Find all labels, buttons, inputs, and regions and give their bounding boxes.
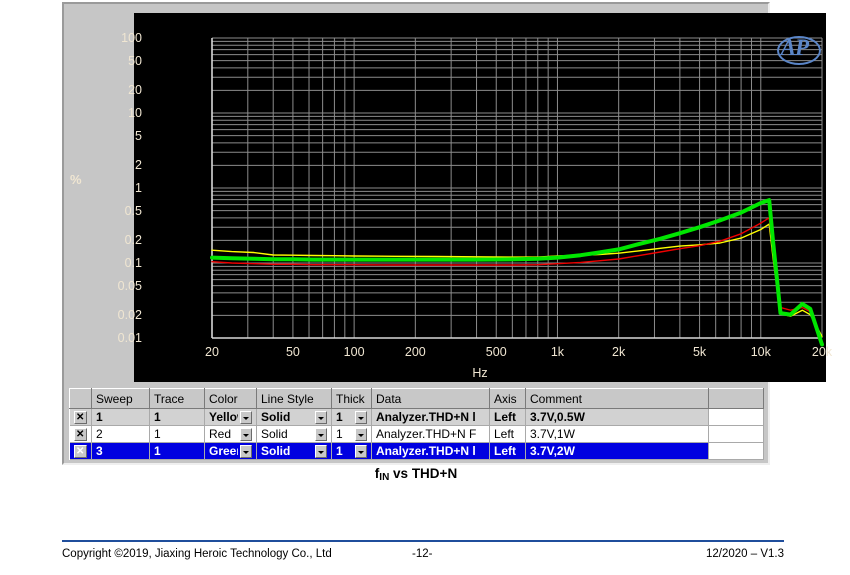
ap-graph-window: AP 100 50 20 10 5 2 1 0.5 0.2 0.1 0.05 0.02 0.01 % 2… [62,2,832,465]
y-tick-label: 0.01 [117,331,142,345]
row-thick-select-value: 1 [336,427,343,441]
trace-legend-table[interactable]: Sweep Trace Color Line Style Thick Data … [69,388,764,460]
y-tick-label: 0.2 [124,233,142,248]
legend-header-comment[interactable]: Comment [525,388,709,409]
legend-header-sweep[interactable]: Sweep [91,388,150,409]
figure-caption: fIN vs THD+N [62,466,770,483]
row-comment-cell[interactable]: 3.7V,0.5W [525,408,709,426]
y-tick-label: 0.5 [124,203,142,218]
legend-header-spare[interactable] [708,388,764,409]
table-row[interactable]: ✕ 2 1 Red Solid 1 Analyzer.THD+N F Left 3.7V,1W [69,425,764,443]
row-thick-select-dropdown-arrow-icon[interactable] [355,410,367,424]
row-spare-cell [708,425,764,443]
row-data-cell[interactable]: Analyzer.THD+N F [371,425,490,443]
row-axis-cell[interactable]: Left [489,408,526,426]
footer-page-number: -12- [412,548,433,560]
row-axis-cell[interactable]: Left [489,425,526,443]
row-color-select-value: Green [209,444,238,458]
footer-divider [62,540,784,542]
row-trace-cell[interactable]: 1 [149,425,205,443]
legend-header-line-style[interactable]: Line Style [256,388,332,409]
plot-area[interactable]: AP [134,13,826,382]
row-line-style-select-dropdown-arrow-icon[interactable] [315,427,327,441]
row-color-select-value: Yellow [209,410,238,424]
y-tick-label: 10 [128,106,142,120]
row-trace-cell[interactable]: 1 [149,442,205,460]
y-tick-label: 50 [128,53,142,68]
row-axis-cell[interactable]: Left [489,442,526,460]
footer-copyright: Copyright ©2019, Jiaxing Heroic Technolo… [62,548,332,560]
table-row[interactable]: ✕11YellowSolid1Analyzer.THD+N lLeft3.7V,… [69,408,764,426]
y-tick-label: 5 [135,128,142,143]
row-color-select-dropdown-arrow-icon[interactable] [240,410,252,424]
y-tick-label: 100 [121,31,142,45]
row-comment-cell[interactable]: 3.7V,2W [525,442,709,460]
row-line-style-select-value: Solid [261,427,288,441]
row-sweep-cell[interactable]: 3 [91,442,150,460]
legend-header-close[interactable] [69,388,92,409]
row-data-cell[interactable]: Analyzer.THD+N l [371,408,490,426]
ap-logo: AP [776,35,821,65]
row-spare-cell [708,408,764,426]
legend-header-row: Sweep Trace Color Line Style Thick Data … [69,388,764,409]
table-row[interactable]: ✕31GreenSolid1Analyzer.THD+N lLeft3.7V,2… [69,442,764,460]
row-line-style-select-dropdown-arrow-icon[interactable] [315,444,327,458]
row-line-style-select[interactable]: Solid [256,442,332,460]
legend-header-data[interactable]: Data [371,388,490,409]
y-tick-label: 20 [128,83,142,98]
row-thick-select[interactable]: 1 [331,408,372,426]
row-close-button[interactable]: ✕ [69,442,92,460]
legend-body: ✕11YellowSolid1Analyzer.THD+N lLeft3.7V,… [69,408,764,460]
y-axis-title: % [70,172,82,187]
row-comment-cell[interactable]: 3.7V,1W [525,425,709,443]
row-line-style-select-value: Solid [261,410,291,424]
legend-header-thick[interactable]: Thick [331,388,372,409]
row-spare-cell [708,442,764,460]
row-color-select[interactable]: Red [204,425,257,443]
caption-suffix: vs THD+N [389,466,458,481]
legend-header-trace[interactable]: Trace [149,388,205,409]
row-line-style-select[interactable]: Solid [256,408,332,426]
close-icon[interactable]: ✕ [73,410,87,424]
y-tick-label: 1 [135,181,142,195]
row-data-cell[interactable]: Analyzer.THD+N l [371,442,490,460]
row-close-button[interactable]: ✕ [69,425,92,443]
y-tick-label: 0.1 [124,256,142,270]
y-tick-label: 0.02 [117,308,142,323]
row-sweep-cell[interactable]: 2 [91,425,150,443]
row-thick-select[interactable]: 1 [331,442,372,460]
row-color-select-value: Red [209,427,232,441]
row-line-style-select-dropdown-arrow-icon[interactable] [315,410,327,424]
legend-header-color[interactable]: Color [204,388,257,409]
close-icon[interactable]: ✕ [73,444,87,458]
row-color-select-dropdown-arrow-icon[interactable] [240,427,252,441]
row-color-select-dropdown-arrow-icon[interactable] [240,444,252,458]
ap-logo-ring [776,36,821,65]
legend-header-axis[interactable]: Axis [489,388,526,409]
row-thick-select[interactable]: 1 [331,425,372,443]
row-thick-select-value: 1 [336,410,343,424]
row-close-button[interactable]: ✕ [69,408,92,426]
row-sweep-cell[interactable]: 1 [91,408,150,426]
row-line-style-select-value: Solid [261,444,291,458]
row-color-select[interactable]: Yellow [204,408,257,426]
chart-canvas [210,37,824,347]
row-thick-select-dropdown-arrow-icon[interactable] [355,427,367,441]
y-axis-tick-labels: 100 50 20 10 5 2 1 0.5 0.2 0.1 0.05 0.02 0.01 [92,4,142,373]
y-tick-label: 0.05 [117,278,142,293]
row-thick-select-value: 1 [336,444,343,458]
close-icon[interactable]: ✕ [73,427,87,441]
row-line-style-select[interactable]: Solid [256,425,332,443]
row-thick-select-dropdown-arrow-icon[interactable] [355,444,367,458]
footer-version: 12/2020 – V1.3 [705,548,784,560]
y-tick-label: 2 [135,158,142,173]
row-trace-cell[interactable]: 1 [149,408,205,426]
row-color-select[interactable]: Green [204,442,257,460]
caption-subscript: IN [379,472,390,483]
